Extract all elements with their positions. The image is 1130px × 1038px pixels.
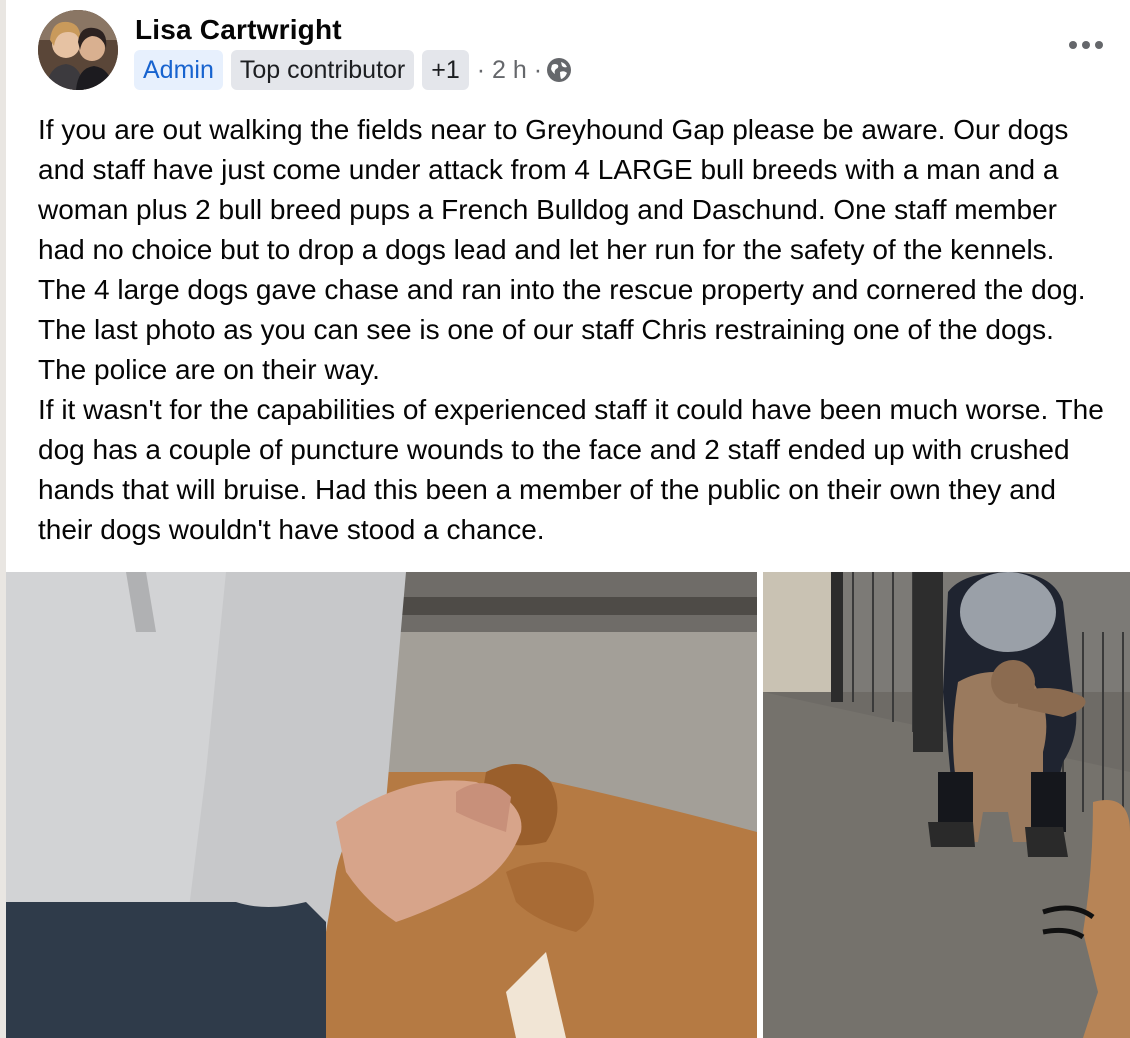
more-badges-button[interactable]: +1 <box>422 50 469 90</box>
photo-staff-restraining-dog[interactable] <box>763 572 1130 1038</box>
avatar[interactable] <box>38 10 118 90</box>
post-body-text: If you are out walking the fields near t… <box>38 114 1104 545</box>
top-contributor-badge[interactable]: Top contributor <box>230 50 415 90</box>
avatar-image <box>38 10 118 90</box>
globe-icon <box>546 57 572 83</box>
photo-grid <box>6 572 1130 1038</box>
post-timestamp[interactable]: · 2 h · <box>477 56 542 85</box>
admin-badge[interactable]: Admin <box>134 50 223 90</box>
post-header: Lisa Cartwright Admin Top contributor +1… <box>38 10 1110 94</box>
facebook-post: Lisa Cartwright Admin Top contributor +1… <box>0 0 1130 1038</box>
author-name[interactable]: Lisa Cartwright <box>135 14 342 46</box>
more-options-icon <box>1069 41 1103 49</box>
photo-hand-on-dog[interactable] <box>6 572 757 1038</box>
more-options-button[interactable] <box>1062 28 1110 62</box>
post-meta: Admin Top contributor +1 · 2 h · <box>134 50 572 90</box>
